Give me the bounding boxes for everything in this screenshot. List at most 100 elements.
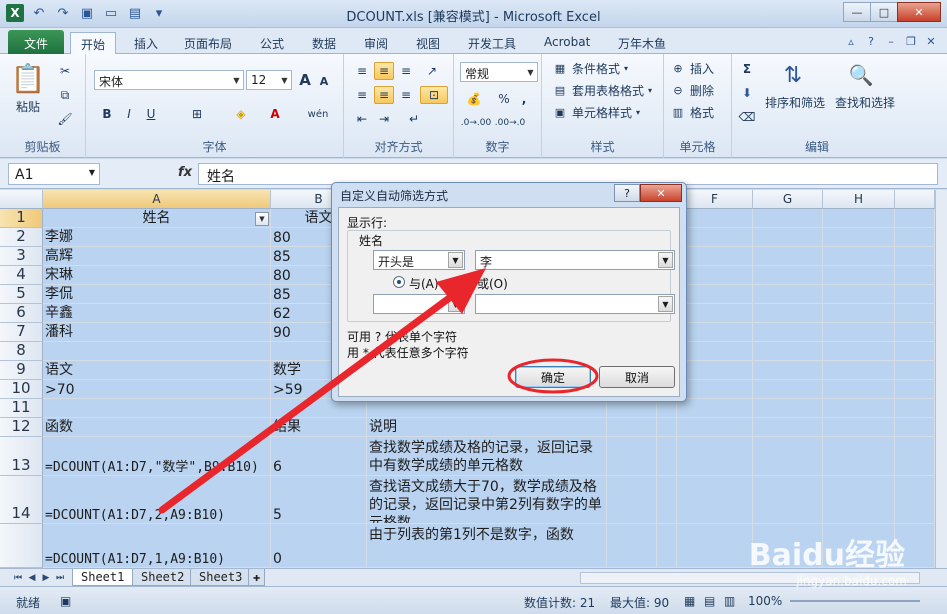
clear-icon[interactable]: ⌫ [738,108,756,126]
cancel-button[interactable]: 取消 [599,366,675,388]
filter-dropdown-icon[interactable]: ▼ [255,212,269,226]
cell-a15[interactable]: =DCOUNT(A1:D7,1,A9:B10) [43,524,271,568]
sheet-tab-2[interactable]: Sheet2 [132,569,194,586]
font-name-combo[interactable]: 宋体 ▼ [94,70,244,90]
border-icon[interactable]: ⊞ [186,104,208,124]
maximize-button[interactable]: □ [870,2,898,22]
copy-icon[interactable]: ⧉ [56,86,74,104]
empty-cell[interactable] [677,399,753,418]
fx-icon[interactable]: fx [178,165,192,180]
find-select-button[interactable]: 查找和选择 [832,94,898,111]
and-radio[interactable] [393,276,405,288]
help-icon[interactable]: ? [863,33,879,49]
tab-developer[interactable]: 开发工具 [458,32,526,54]
align-bottom-icon[interactable]: ≡ [396,62,416,80]
format-as-table-button[interactable]: ▤ 套用表格格式 ▾ [552,82,652,99]
or-radio[interactable] [461,276,473,288]
empty-cell[interactable] [753,437,823,476]
sheet-tab-3[interactable]: Sheet3 [190,569,252,586]
empty-cell[interactable] [823,380,895,399]
empty-cell[interactable] [753,228,823,247]
empty-cell[interactable] [677,524,753,568]
format-painter-icon[interactable]: 🖌 [56,110,74,128]
empty-cell[interactable] [677,380,753,399]
percent-button[interactable]: % [496,90,512,108]
cell-b13[interactable]: 6 [271,437,367,476]
row-header[interactable] [0,524,43,568]
row-header[interactable]: 6 [0,303,43,323]
shrink-font-button[interactable]: A [316,72,332,90]
paste-button[interactable]: 粘贴 [10,98,46,115]
empty-cell[interactable] [823,361,895,380]
cell-a10[interactable]: >70 [43,380,271,399]
empty-cell[interactable] [753,380,823,399]
empty-cell[interactable] [895,285,935,304]
empty-cell[interactable] [895,266,935,285]
value-1-input[interactable]: 李 ▼ [475,250,675,270]
decrease-indent-icon[interactable]: ⇤ [352,110,372,128]
empty-cell[interactable] [895,228,935,247]
tab-formulas[interactable]: 公式 [250,32,294,54]
cut-icon[interactable]: ✂ [56,62,74,80]
row-header[interactable]: 14 [0,476,43,524]
empty-cell[interactable] [677,304,753,323]
last-sheet-icon[interactable]: ⏭ [54,571,66,584]
row-header[interactable]: 4 [0,265,43,285]
vertical-scrollbar[interactable] [935,190,947,568]
next-sheet-icon[interactable]: ▶ [40,571,52,584]
empty-cell[interactable] [753,399,823,418]
empty-cell[interactable] [895,323,935,342]
cell-c12[interactable]: 说明 [367,418,607,437]
empty-cell[interactable] [677,476,753,524]
first-sheet-icon[interactable]: ⏮ [12,571,24,584]
operator-2-select[interactable]: ▼ [373,294,465,314]
empty-cell[interactable] [607,476,657,524]
cell-styles-button[interactable]: ▣ 单元格样式 ▾ [552,104,640,121]
page-break-view-icon[interactable]: ▥ [724,594,735,608]
empty-cell[interactable] [657,524,677,568]
name-box[interactable]: A1 ▼ [8,163,100,185]
empty-cell[interactable] [657,418,677,437]
tab-data[interactable]: 数据 [302,32,346,54]
empty-cell[interactable] [677,285,753,304]
row-header[interactable]: 9 [0,360,43,380]
empty-cell[interactable] [657,476,677,524]
currency-icon[interactable]: 💰 [462,90,486,108]
empty-cell[interactable] [657,437,677,476]
empty-cell[interactable] [677,266,753,285]
dialog-help-button[interactable]: ? [614,184,640,202]
cell-c15[interactable]: 由于列表的第1列不是数字，函数 [367,524,607,568]
empty-cell[interactable] [823,476,895,524]
prev-sheet-icon[interactable]: ◀ [26,571,38,584]
empty-cell[interactable] [677,342,753,361]
increase-indent-icon[interactable]: ⇥ [374,110,394,128]
fill-color-icon[interactable]: ◈ [230,104,252,124]
empty-cell[interactable] [753,476,823,524]
column-header-a[interactable]: A [43,190,271,209]
tab-file[interactable]: 文件 [8,30,64,54]
comma-button[interactable]: , [516,90,532,108]
empty-cell[interactable] [753,285,823,304]
row-header[interactable]: 2 [0,227,43,247]
underline-button[interactable]: U [142,104,160,124]
cell-a9[interactable]: 语文 [43,361,271,380]
empty-cell[interactable] [823,209,895,228]
empty-cell[interactable] [823,247,895,266]
empty-cell[interactable] [823,418,895,437]
row-header[interactable]: 5 [0,284,43,304]
column-header-g[interactable]: G [753,190,823,209]
wrap-text-icon[interactable]: ↵ [404,110,424,128]
ok-button[interactable]: 确定 [515,366,591,388]
cell-a1[interactable]: 姓名 ▼ [43,209,271,228]
empty-cell[interactable] [753,266,823,285]
zoom-slider[interactable] [790,600,920,602]
empty-cell[interactable] [823,323,895,342]
cell-a14[interactable]: =DCOUNT(A1:D7,2,A9:B10) [43,476,271,524]
row-header[interactable]: 3 [0,246,43,266]
empty-cell[interactable] [895,418,935,437]
cell-a8[interactable] [43,342,271,361]
empty-cell[interactable] [607,437,657,476]
font-color-icon[interactable]: A [264,104,286,124]
row-header[interactable]: 1 [0,208,43,228]
empty-cell[interactable] [677,228,753,247]
